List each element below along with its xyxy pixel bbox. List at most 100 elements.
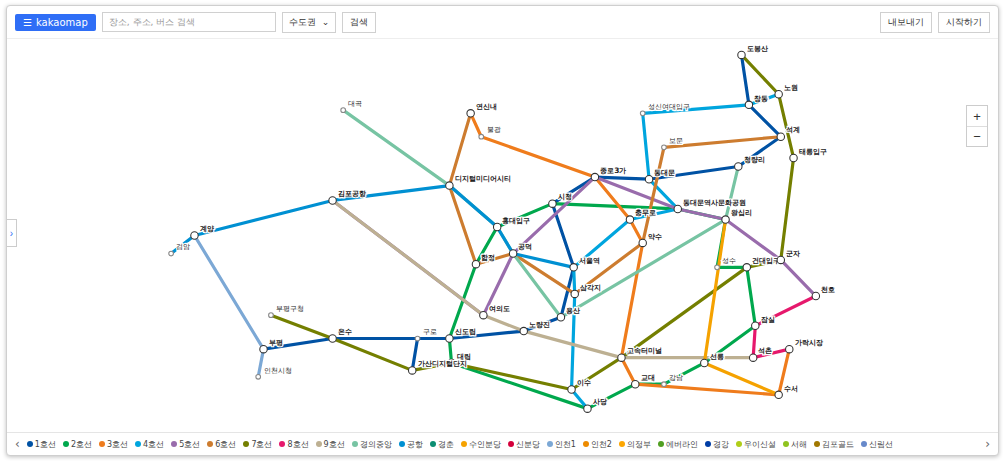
- station-node[interactable]: [467, 110, 474, 117]
- station[interactable]: 계양: [191, 224, 214, 239]
- station[interactable]: 군자: [777, 249, 800, 264]
- station-node[interactable]: [256, 374, 261, 379]
- station-node[interactable]: [568, 386, 575, 393]
- station[interactable]: 검암: [169, 242, 191, 256]
- station-node[interactable]: [191, 232, 198, 239]
- legend-item[interactable]: 수인분당: [461, 439, 501, 450]
- legend-item[interactable]: 에버라인: [658, 439, 698, 450]
- station[interactable]: 노원: [775, 83, 798, 98]
- station-node[interactable]: [509, 250, 516, 257]
- search-button[interactable]: 검색: [342, 12, 376, 33]
- station[interactable]: 동대문: [645, 168, 675, 183]
- station[interactable]: 합정: [472, 253, 495, 268]
- station[interactable]: 이수: [568, 378, 591, 393]
- search-input[interactable]: [102, 12, 276, 32]
- station-node[interactable]: [618, 354, 625, 361]
- station[interactable]: 불광: [479, 125, 501, 139]
- station-node[interactable]: [632, 380, 639, 387]
- station-node[interactable]: [591, 173, 598, 180]
- station-node[interactable]: [812, 292, 819, 299]
- station-node[interactable]: [745, 101, 752, 108]
- station[interactable]: 공덕: [509, 242, 532, 257]
- station-node[interactable]: [260, 345, 267, 352]
- station-node[interactable]: [752, 322, 759, 329]
- station[interactable]: 여의도: [480, 304, 510, 319]
- station-node[interactable]: [701, 359, 708, 366]
- logo[interactable]: ☰kakaomap: [15, 14, 96, 31]
- station[interactable]: 석계: [777, 125, 800, 140]
- region-select[interactable]: 수도권⌄: [282, 12, 337, 33]
- map-canvas[interactable]: 도봉산창동노원석계태릉입구청량리성신여대입구보문동대문종로3가시청서울역동대문역…: [7, 38, 998, 432]
- legend-item[interactable]: 우이신설: [736, 439, 776, 450]
- station-node[interactable]: [645, 175, 652, 182]
- legend-item[interactable]: 신분당: [508, 439, 540, 450]
- station[interactable]: 디지털미디어시티: [446, 174, 511, 189]
- station[interactable]: 부평구청: [269, 304, 305, 318]
- station-node[interactable]: [639, 239, 646, 246]
- legend-item[interactable]: 경의중앙: [352, 439, 392, 450]
- legend-prev[interactable]: ‹: [15, 437, 20, 451]
- station[interactable]: 가산디지털단지: [408, 359, 466, 374]
- zoom-button[interactable]: −: [967, 126, 987, 146]
- station-node[interactable]: [479, 134, 484, 139]
- station[interactable]: 사당: [584, 397, 607, 412]
- station[interactable]: 대곡: [341, 99, 363, 113]
- legend-item[interactable]: 3호선: [99, 439, 128, 450]
- station[interactable]: 잠실: [752, 315, 775, 330]
- zoom-button[interactable]: +: [967, 106, 987, 126]
- legend-item[interactable]: 7호선: [243, 439, 272, 450]
- station-node[interactable]: [493, 223, 500, 230]
- station[interactable]: 시청: [549, 192, 572, 207]
- station[interactable]: 인천시청: [256, 366, 292, 380]
- station-node[interactable]: [341, 108, 346, 113]
- station-node[interactable]: [549, 200, 556, 207]
- station[interactable]: 수서: [775, 384, 798, 399]
- legend-item[interactable]: 5호선: [171, 439, 200, 450]
- station-node[interactable]: [472, 260, 479, 267]
- station[interactable]: 교대: [632, 373, 655, 388]
- header-button[interactable]: 시작하기: [938, 12, 990, 33]
- station[interactable]: 왕십리: [722, 208, 752, 223]
- station-node[interactable]: [777, 133, 784, 140]
- station[interactable]: 용산: [557, 306, 580, 321]
- station-node[interactable]: [557, 314, 564, 321]
- station-node[interactable]: [408, 367, 415, 374]
- station-node[interactable]: [329, 335, 336, 342]
- station-node[interactable]: [446, 182, 453, 189]
- station-node[interactable]: [674, 205, 681, 212]
- station[interactable]: 삼각지: [571, 283, 601, 298]
- legend-item[interactable]: 김포골드: [814, 439, 854, 450]
- legend-item[interactable]: 2호선: [63, 439, 92, 450]
- station[interactable]: 석촌: [749, 346, 772, 361]
- legend-item[interactable]: 8호선: [279, 439, 308, 450]
- station[interactable]: 선릉: [701, 352, 724, 367]
- station[interactable]: 건대입구: [743, 256, 780, 271]
- station-node[interactable]: [735, 163, 742, 170]
- station-node[interactable]: [415, 336, 420, 341]
- station[interactable]: 노량진: [520, 320, 550, 335]
- legend-item[interactable]: 서해: [783, 439, 807, 450]
- station-node[interactable]: [738, 51, 745, 58]
- station-node[interactable]: [715, 265, 720, 270]
- station[interactable]: 서울역: [570, 256, 600, 271]
- header-button[interactable]: 내보내기: [880, 12, 932, 33]
- station[interactable]: 연신내: [467, 102, 497, 117]
- legend-item[interactable]: 6호선: [207, 439, 236, 450]
- legend-item[interactable]: 9호선: [316, 439, 345, 450]
- station[interactable]: 약수: [639, 232, 662, 247]
- station[interactable]: 홍대입구: [493, 216, 530, 231]
- station-node[interactable]: [743, 264, 750, 271]
- station[interactable]: 가락시장: [786, 338, 823, 353]
- station-node[interactable]: [626, 216, 633, 223]
- station-node[interactable]: [662, 145, 667, 150]
- station-node[interactable]: [775, 391, 782, 398]
- station-node[interactable]: [269, 313, 274, 318]
- legend-item[interactable]: 1호선: [27, 439, 56, 450]
- station-node[interactable]: [570, 264, 577, 271]
- station-node[interactable]: [722, 216, 729, 223]
- legend-item[interactable]: 4호선: [135, 439, 164, 450]
- station[interactable]: 온수: [329, 327, 352, 342]
- menu-icon[interactable]: ☰: [23, 17, 32, 28]
- station[interactable]: 성신여대입구: [640, 102, 690, 116]
- station[interactable]: 구로: [415, 327, 437, 341]
